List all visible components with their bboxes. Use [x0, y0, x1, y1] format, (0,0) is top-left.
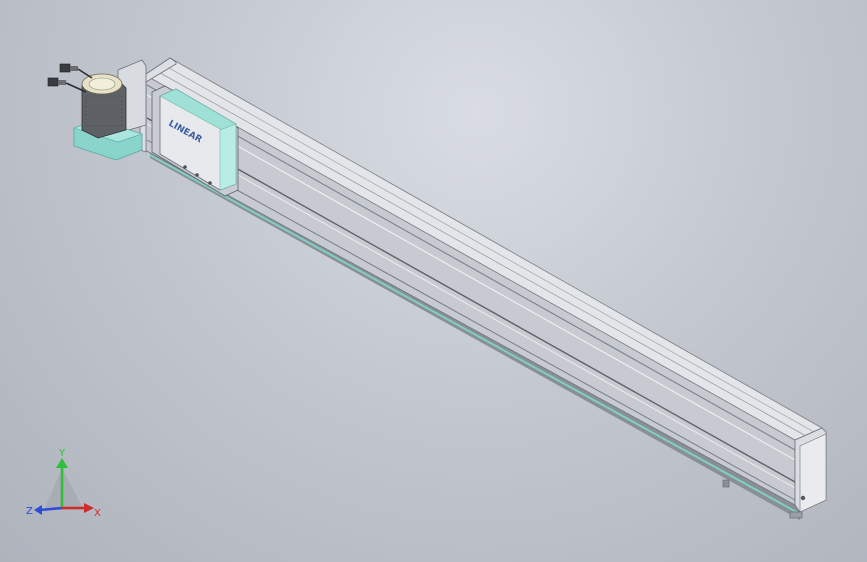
x-axis-arrow [84, 503, 94, 513]
motor-end-cap-inner [88, 77, 116, 91]
rail-groove-2 [146, 94, 796, 461]
rail-side-face [144, 74, 796, 506]
y-axis-label: Y [58, 448, 66, 459]
rail-top-groove-2 [161, 63, 815, 433]
triad-shade [44, 468, 84, 510]
rail-top-groove-1 [154, 69, 807, 437]
carriage-screw-3 [208, 181, 212, 185]
end-cap-bracket [789, 511, 803, 519]
rail-groove-4 [146, 123, 796, 489]
rail-bottom-accent [149, 154, 801, 515]
end-cap-screw [800, 495, 806, 501]
z-axis-label: Z [26, 506, 33, 517]
carriage-accent-side [219, 123, 237, 191]
z-axis-arrow [34, 505, 42, 515]
orientation-triad[interactable]: Y X Z [22, 448, 112, 528]
carriage-screw-2 [195, 173, 199, 177]
rail-top-face [144, 57, 823, 441]
rail-small-block [722, 479, 730, 488]
rail-end-cap-face [799, 433, 827, 513]
rail-groove-3 [146, 117, 796, 483]
graphics-viewport[interactable]: LINEAR Y X Z [0, 0, 867, 562]
motor-connector-bottom [47, 77, 87, 93]
rail-groove-5 [146, 139, 796, 501]
y-axis-arrow [56, 458, 68, 468]
x-axis-label: X [94, 508, 101, 519]
motor-connector-top [59, 63, 93, 79]
rail-groove-1 [146, 84, 796, 451]
linear-module-model[interactable]: LINEAR [0, 0, 867, 562]
carriage-screw-1 [183, 165, 187, 169]
